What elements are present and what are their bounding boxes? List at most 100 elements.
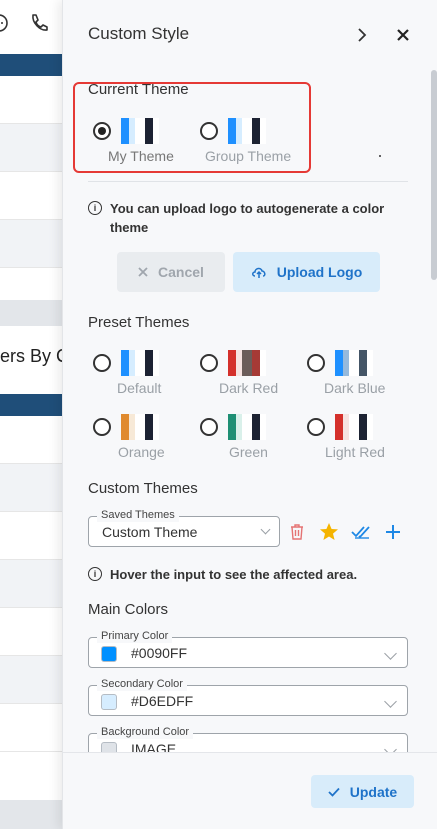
close-icon bbox=[138, 267, 148, 277]
saved-themes-select[interactable]: Saved Themes Custom Theme bbox=[88, 509, 280, 547]
trash-icon bbox=[291, 524, 303, 540]
table-row bbox=[0, 76, 70, 124]
swatch-stripe bbox=[367, 414, 373, 440]
swatch-stripe bbox=[367, 350, 373, 376]
preset-green-radio[interactable] bbox=[200, 418, 218, 436]
swatch-stripe bbox=[145, 118, 153, 144]
cancel-button[interactable]: Cancel bbox=[117, 252, 225, 292]
swatch-stripe bbox=[349, 414, 359, 440]
swatch-stripe bbox=[260, 118, 266, 144]
close-button[interactable] bbox=[392, 24, 414, 46]
phone-icon[interactable] bbox=[28, 12, 50, 34]
delete-theme-button[interactable] bbox=[285, 520, 309, 544]
background-card-title: ers By C bbox=[0, 346, 70, 366]
chevron-down-icon bbox=[384, 647, 397, 660]
table-row bbox=[0, 220, 70, 268]
swatch-stripe bbox=[252, 414, 260, 440]
swatch-stripe bbox=[349, 350, 359, 376]
swatch-stripe bbox=[359, 414, 367, 440]
collapse-button[interactable] bbox=[351, 24, 373, 46]
custom-style-panel: Custom Style Current Theme My Theme Grou… bbox=[62, 0, 437, 829]
group-theme-radio[interactable] bbox=[200, 122, 218, 140]
swatch-stripe bbox=[252, 350, 260, 376]
swatch-stripe bbox=[121, 414, 129, 440]
chevron-down-icon bbox=[384, 695, 397, 708]
preset-dark-blue-radio[interactable] bbox=[307, 354, 325, 372]
table-row bbox=[0, 704, 70, 752]
table-row bbox=[0, 512, 70, 560]
panel-scrollbar[interactable] bbox=[431, 70, 437, 280]
preset-dark-blue-label: Dark Blue bbox=[324, 380, 386, 396]
primary-color-field[interactable]: Primary Color #0090FF bbox=[88, 630, 408, 668]
panel-header: Custom Style bbox=[63, 0, 437, 70]
table-header-bar bbox=[0, 394, 70, 416]
table-row bbox=[0, 608, 70, 656]
table-row bbox=[0, 464, 70, 512]
swatch-stripe bbox=[242, 414, 252, 440]
chevron-down-icon bbox=[260, 524, 271, 535]
preset-light-red-radio[interactable] bbox=[307, 418, 325, 436]
favorite-theme-button[interactable] bbox=[317, 520, 341, 544]
table-row bbox=[0, 560, 70, 608]
section-gap bbox=[0, 800, 70, 829]
hover-info-text: Hover the input to see the affected area… bbox=[110, 567, 358, 582]
table-row bbox=[0, 172, 70, 220]
my-theme-swatch[interactable] bbox=[121, 118, 159, 144]
upload-logo-label: Upload Logo bbox=[276, 264, 363, 280]
update-button[interactable]: Update bbox=[311, 775, 414, 808]
preset-light-red-label: Light Red bbox=[325, 444, 385, 460]
upload-info: i You can upload logo to autogenerate a … bbox=[88, 199, 408, 237]
secondary-color-chip[interactable] bbox=[101, 694, 117, 710]
close-icon bbox=[397, 29, 409, 41]
decorative-dot bbox=[379, 155, 381, 157]
cloud-upload-icon bbox=[251, 267, 266, 278]
chat-icon[interactable] bbox=[0, 12, 10, 34]
upload-info-text: You can upload logo to autogenerate a co… bbox=[110, 201, 385, 235]
star-icon bbox=[320, 523, 338, 540]
swatch-stripe bbox=[260, 350, 266, 376]
group-theme-swatch[interactable] bbox=[228, 118, 266, 144]
secondary-color-value: #D6EDFF bbox=[131, 693, 194, 709]
swatch-stripe bbox=[242, 350, 252, 376]
preset-orange-radio[interactable] bbox=[93, 418, 111, 436]
section-gap bbox=[0, 300, 70, 326]
preset-light-red-swatch[interactable] bbox=[335, 414, 373, 440]
background-color-legend: Background Color bbox=[97, 726, 194, 739]
upload-logo-button[interactable]: Upload Logo bbox=[233, 252, 380, 292]
my-theme-radio[interactable] bbox=[93, 122, 111, 140]
swatch-stripe bbox=[228, 118, 236, 144]
add-theme-button[interactable] bbox=[381, 520, 405, 544]
table-header-bar bbox=[0, 54, 70, 76]
swatch-stripe bbox=[145, 350, 153, 376]
table-row bbox=[0, 416, 70, 464]
hover-info: i Hover the input to see the affected ar… bbox=[88, 565, 418, 584]
swatch-stripe bbox=[252, 118, 260, 144]
preset-dark-red-radio[interactable] bbox=[200, 354, 218, 372]
preset-green-swatch[interactable] bbox=[228, 414, 266, 440]
swatch-stripe bbox=[153, 414, 159, 440]
apply-theme-button[interactable] bbox=[349, 520, 373, 544]
preset-default-swatch[interactable] bbox=[121, 350, 159, 376]
preset-default-label: Default bbox=[117, 380, 162, 396]
saved-themes-legend: Saved Themes bbox=[97, 509, 179, 522]
primary-color-chip[interactable] bbox=[101, 646, 117, 662]
secondary-color-field[interactable]: Secondary Color #D6EDFF bbox=[88, 678, 408, 716]
custom-themes-heading: Custom Themes bbox=[88, 480, 198, 497]
info-icon: i bbox=[88, 567, 102, 581]
preset-orange-swatch[interactable] bbox=[121, 414, 159, 440]
check-icon bbox=[328, 787, 340, 797]
swatch-stripe bbox=[145, 414, 153, 440]
saved-themes-value: Custom Theme bbox=[102, 524, 198, 540]
my-theme-label: My Theme bbox=[108, 148, 174, 164]
panel-title: Custom Style bbox=[88, 24, 190, 43]
primary-color-legend: Primary Color bbox=[97, 630, 173, 643]
secondary-color-legend: Secondary Color bbox=[97, 678, 187, 691]
preset-dark-blue-swatch[interactable] bbox=[335, 350, 373, 376]
swatch-stripe bbox=[135, 414, 145, 440]
divider bbox=[88, 181, 408, 182]
preset-dark-red-label: Dark Red bbox=[219, 380, 279, 396]
cancel-label: Cancel bbox=[158, 264, 204, 280]
preset-default-radio[interactable] bbox=[93, 354, 111, 372]
swatch-stripe bbox=[153, 350, 159, 376]
preset-dark-red-swatch[interactable] bbox=[228, 350, 266, 376]
